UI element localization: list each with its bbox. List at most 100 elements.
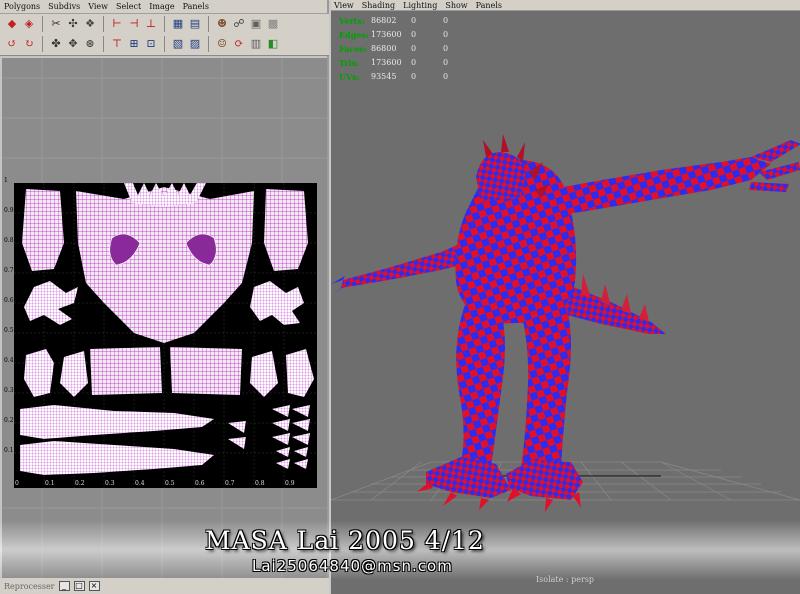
viewport-menubar: View Shading Lighting Show Panels <box>331 0 800 11</box>
maximize-button[interactable]: □ <box>73 581 85 591</box>
snap-uv-icon[interactable]: ▤ <box>187 16 203 32</box>
uv-shell-right-hand <box>250 281 304 325</box>
rotate-ccw-icon[interactable]: ↺ <box>4 36 20 52</box>
axis-tick-x: 0.9 <box>285 480 295 487</box>
minimize-button[interactable]: _ <box>58 581 70 591</box>
uv-shell-right-leg <box>170 347 242 395</box>
axis-tick-x: 0.7 <box>225 480 235 487</box>
hud-value: 93545 <box>371 72 397 81</box>
move-sew-icon[interactable]: ✤ <box>48 36 64 52</box>
toolbar-row-1: ◆ ◈ ✂ ✣ ❖ ⊢ ⊣ ⊥ ▦ ▤ ☻ ☍ ▣ ▩ <box>0 14 329 34</box>
image-range-icon[interactable]: ▥ <box>248 36 264 52</box>
isolate-select-icon[interactable]: ▧ <box>170 36 186 52</box>
axis-tick-x: 0.3 <box>105 480 115 487</box>
uv-texture-editor-panel: Polygons Subdivs View Select Image Panel… <box>0 0 329 594</box>
flip-uv-horizontal-icon[interactable]: ◆ <box>4 16 20 32</box>
menu-view[interactable]: View <box>88 1 108 13</box>
uv-shell-left-leg <box>90 347 162 395</box>
uv-shell-right-toes <box>250 351 278 397</box>
align-right-icon[interactable]: ⊣ <box>126 16 142 32</box>
uv-shell-tail-lower <box>20 441 214 475</box>
hud-value: 0 <box>443 72 449 81</box>
toolbar-separator <box>42 16 43 32</box>
rotate-cw-icon[interactable]: ↻ <box>21 36 37 52</box>
hud-value: 173600 <box>371 58 402 67</box>
dim-image-icon[interactable]: ☍ <box>231 16 247 32</box>
uv-texture-canvas[interactable]: 1 0.9 0.8 0.7 0.6 0.5 0.4 0.3 0.2 0.1 0 … <box>4 177 317 488</box>
color-channel-icon[interactable]: ◧ <box>265 36 281 52</box>
hud-value: 0 <box>443 58 449 67</box>
menu-view[interactable]: View <box>334 1 354 10</box>
axis-tick-x: 0 <box>15 480 19 487</box>
grid-toggle-icon[interactable]: ▦ <box>170 16 186 32</box>
uv-editor-workspace[interactable]: 1 0.9 0.8 0.7 0.6 0.5 0.4 0.3 0.2 0.1 0 … <box>2 58 327 578</box>
hud-value: 0 <box>443 30 449 39</box>
checker-display-icon[interactable]: ▩ <box>265 16 281 32</box>
toolbar-separator <box>208 36 209 52</box>
axis-tick-y: 0.5 <box>4 327 14 334</box>
hud-row-verts: Verts: 86802 0 0 <box>339 14 463 28</box>
menu-panels[interactable]: Panels <box>476 1 502 10</box>
pixel-snap-icon[interactable]: ▣ <box>248 16 264 32</box>
uv-shell-right-arm <box>264 189 308 271</box>
hud-label: Faces: <box>339 44 367 54</box>
hud-row-edges: Edges: 173600 0 0 <box>339 28 463 42</box>
uv-shell-tail-upper <box>20 405 214 439</box>
hud-label: Tris: <box>339 58 360 68</box>
toolbar-row-2: ↺ ↻ ✤ ✥ ⊛ ⊤ ⊞ ⊡ ▧ ▨ ☺ ⟳ ▥ ◧ <box>0 34 329 54</box>
uv-smudge-icon[interactable]: ⊡ <box>143 36 159 52</box>
toolbar-separator <box>208 16 209 32</box>
user-icon[interactable]: ☺ <box>214 36 230 52</box>
align-left-icon[interactable]: ⊢ <box>109 16 125 32</box>
hud-value: 0 <box>443 16 449 25</box>
axis-tick-y: 0.1 <box>4 447 14 454</box>
flip-uv-vertical-icon[interactable]: ◈ <box>21 16 37 32</box>
hud-row-tris: Tris: 173600 0 0 <box>339 56 463 70</box>
sew-uv-icon[interactable]: ✣ <box>65 16 81 32</box>
cut-uv-icon[interactable]: ✂ <box>48 16 64 32</box>
application-frame: Polygons Subdivs View Select Image Panel… <box>0 0 800 594</box>
status-label: Reprocesser <box>4 581 55 591</box>
unfold-uv-icon[interactable]: ✥ <box>65 36 81 52</box>
uv-lattice-icon[interactable]: ⊞ <box>126 36 142 52</box>
hud-value: 173600 <box>371 30 402 39</box>
menu-image[interactable]: Image <box>149 1 174 13</box>
axis-tick-x: 0.5 <box>165 480 175 487</box>
axis-tick-y: 1 <box>4 177 8 184</box>
menu-polygons[interactable]: Polygons <box>4 1 40 13</box>
align-bottom-icon[interactable]: ⊥ <box>143 16 159 32</box>
perspective-viewport-panel[interactable]: View Shading Lighting Show Panels Verts:… <box>331 0 800 594</box>
uv-axis-y-labels: 1 0.9 0.8 0.7 0.6 0.5 0.4 0.3 0.2 0.1 <box>4 177 16 482</box>
viewport-scene[interactable] <box>331 12 800 594</box>
relax-uv-icon[interactable]: ⊛ <box>82 36 98 52</box>
layout-uv-icon[interactable]: ❖ <box>82 16 98 32</box>
creature-model <box>331 134 800 512</box>
align-top-icon[interactable]: ⊤ <box>109 36 125 52</box>
menu-show[interactable]: Show <box>445 1 467 10</box>
uv-shell-torso <box>76 187 254 343</box>
axis-tick-x: 0.8 <box>255 480 265 487</box>
hud-row-faces: Faces: 86800 0 0 <box>339 42 463 56</box>
uv-editor-statusbar: Reprocesser _ □ × <box>0 578 329 594</box>
isolate-add-icon[interactable]: ▨ <box>187 36 203 52</box>
axis-tick-x: 0.4 <box>135 480 145 487</box>
menu-lighting[interactable]: Lighting <box>403 1 437 10</box>
uv-shell-right-foot <box>286 349 314 397</box>
refresh-icon[interactable]: ⟳ <box>231 36 247 52</box>
axis-tick-y: 0.6 <box>4 297 14 304</box>
texture-display-icon[interactable]: ☻ <box>214 16 230 32</box>
hud-value: 0 <box>411 72 417 81</box>
toolbar-separator <box>42 36 43 52</box>
axis-tick-y: 0.8 <box>4 237 14 244</box>
axis-tick-y: 0.4 <box>4 357 14 364</box>
hud-value: 86802 <box>371 16 397 25</box>
menu-select[interactable]: Select <box>116 1 141 13</box>
menu-shading[interactable]: Shading <box>362 1 395 10</box>
menu-panels[interactable]: Panels <box>183 1 209 13</box>
uv-layout-shells <box>14 181 317 488</box>
credit-title: MASA Lai 2005 4/12 <box>205 526 485 555</box>
axis-tick-x: 0.2 <box>75 480 85 487</box>
menu-subdivs[interactable]: Subdivs <box>48 1 80 13</box>
close-button[interactable]: × <box>88 581 100 591</box>
uv-shell-left-arm <box>22 189 64 271</box>
